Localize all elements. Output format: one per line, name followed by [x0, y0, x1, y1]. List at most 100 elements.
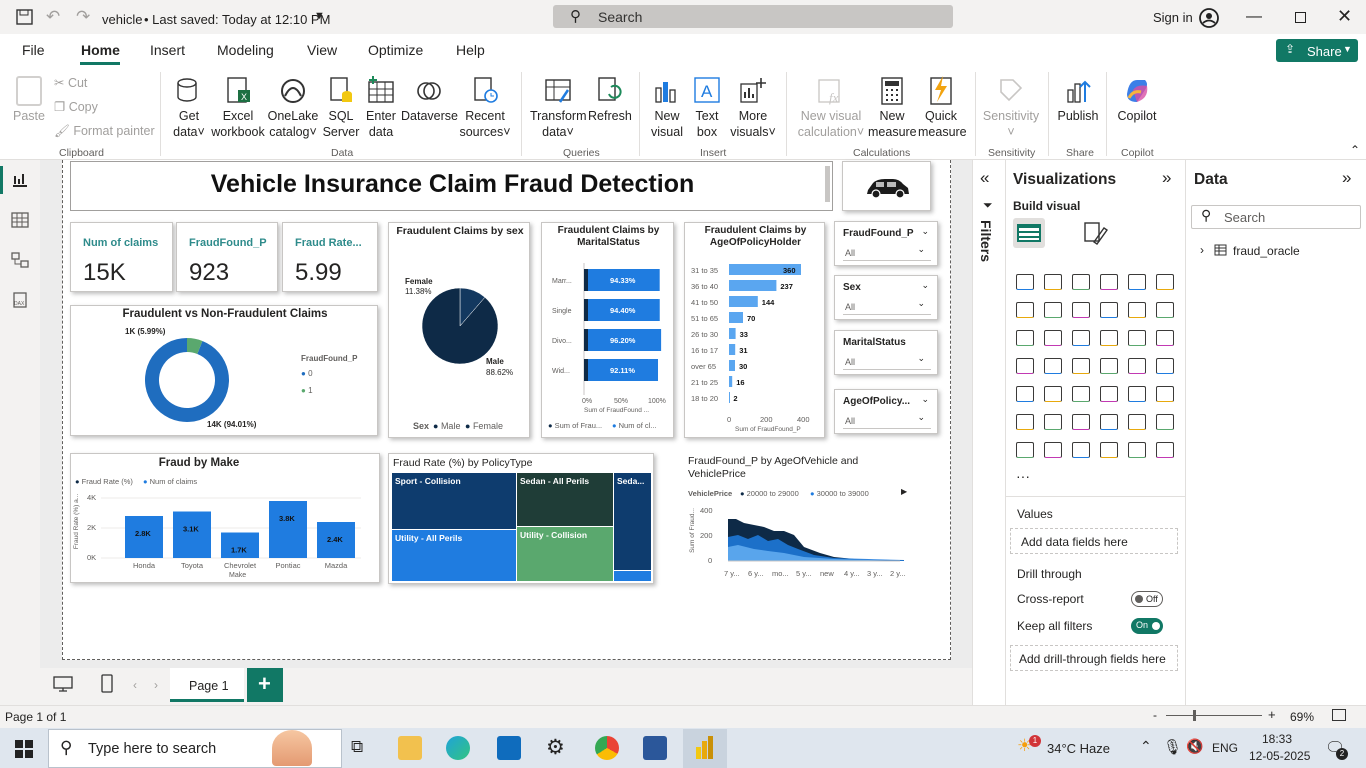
menu-modeling[interactable]: Modeling [217, 42, 274, 58]
visual-type-icon[interactable] [1128, 302, 1146, 318]
visual-type-icon[interactable] [1016, 330, 1034, 346]
visual-type-icon[interactable] [1016, 386, 1034, 402]
zoom-slider[interactable] [1166, 715, 1262, 716]
visual-type-icon[interactable] [1044, 302, 1062, 318]
table-view-icon[interactable] [11, 212, 29, 228]
chrome-icon[interactable] [595, 736, 619, 760]
visual-type-icon[interactable] [1100, 414, 1118, 430]
visual-type-icon[interactable] [1100, 330, 1118, 346]
prev-page-icon[interactable]: ‹ [133, 678, 137, 692]
sign-in-link[interactable]: Sign in [1153, 10, 1193, 25]
visual-type-icon[interactable] [1100, 442, 1118, 458]
visual-type-icon[interactable] [1128, 442, 1146, 458]
account-icon[interactable] [1198, 7, 1220, 29]
visual-type-icon[interactable] [1044, 442, 1062, 458]
windows-start-icon[interactable] [15, 740, 33, 758]
visual-type-icon[interactable] [1100, 274, 1118, 290]
chevron-up-icon[interactable]: ⌃ [1140, 738, 1152, 755]
publish-button[interactable]: Publish [1056, 76, 1100, 124]
visual-type-icon[interactable] [1016, 358, 1034, 374]
zoom-in-icon[interactable]: + [1268, 707, 1276, 722]
redo-icon[interactable]: ↷ [76, 7, 90, 27]
close-icon[interactable]: ✕ [1337, 6, 1352, 27]
visual-type-icon[interactable] [1128, 330, 1146, 346]
onelake-button[interactable]: OneLake catalog˅ [267, 76, 319, 140]
visual-type-icon[interactable] [1156, 414, 1174, 430]
slicer-value[interactable]: All [845, 416, 855, 426]
paste-button[interactable]: Paste [12, 76, 46, 124]
zoom-out-icon[interactable]: - [1153, 708, 1157, 722]
slicer-value[interactable]: All [845, 357, 855, 367]
visual-type-icon[interactable] [1128, 386, 1146, 402]
visual-type-icon[interactable] [1044, 358, 1062, 374]
visual-type-icon[interactable] [1156, 358, 1174, 374]
slicer-age[interactable]: AgeOfPolicy... ⌄ All ⌄ [834, 389, 938, 434]
visual-type-icon[interactable] [1100, 358, 1118, 374]
data-search-input[interactable] [1191, 205, 1361, 229]
copilot-button[interactable]: Copilot [1114, 76, 1160, 124]
word-icon[interactable] [643, 736, 667, 760]
maximize-icon[interactable] [1295, 12, 1306, 23]
visual-type-icon[interactable] [1072, 358, 1090, 374]
kpi-card-fraud-rate[interactable]: Fraud Rate... 5.99 [282, 222, 378, 292]
collapse-viz-icon[interactable]: » [1162, 168, 1171, 188]
drill-through-drop-zone[interactable]: Add drill-through fields here [1010, 645, 1178, 671]
treemap-tile[interactable]: Utility - All Perils [392, 530, 516, 581]
microphone-icon[interactable]: 🎙 [1163, 738, 1182, 756]
values-drop-zone[interactable]: Add data fields here [1010, 528, 1178, 554]
slicer-value[interactable]: All [845, 302, 855, 312]
treemap-tile[interactable]: Seda... [614, 473, 651, 570]
visual-type-icon[interactable] [1100, 302, 1118, 318]
visual-type-icon[interactable] [1100, 386, 1118, 402]
sensitivity-button[interactable]: Sensitivity ˅ [982, 76, 1040, 140]
text-box-button[interactable]: A Text box [690, 76, 724, 140]
treemap-tile[interactable]: Sport - Collision [392, 473, 516, 529]
chevron-down-icon[interactable]: ⌄ [917, 353, 925, 364]
chevron-down-icon[interactable]: ⌄ [921, 226, 929, 237]
dax-query-view-icon[interactable]: DAX [11, 292, 29, 308]
visual-type-icon[interactable] [1156, 330, 1174, 346]
slicer-sex[interactable]: Sex ⌄ All ⌄ [834, 275, 938, 320]
undo-icon[interactable]: ↶ [46, 7, 60, 27]
format-painter-button[interactable]: 🖌 Format painter [54, 123, 155, 139]
quick-measure-button[interactable]: Quick measure [918, 76, 967, 140]
visual-type-icon[interactable] [1016, 414, 1034, 430]
edge-icon[interactable] [446, 736, 470, 760]
menu-view[interactable]: View [307, 42, 337, 58]
slicer-fraudfound[interactable]: FraudFound_P ⌄ All ⌄ [834, 221, 938, 266]
weather-text[interactable]: 34°C Haze [1047, 741, 1110, 756]
visual-type-icon[interactable] [1044, 414, 1062, 430]
table-name[interactable]: fraud_oracle [1233, 244, 1300, 258]
save-icon[interactable] [16, 9, 34, 25]
more-visuals-button[interactable]: More visuals˅ [728, 76, 778, 140]
menu-file[interactable]: File [22, 42, 45, 58]
chevron-down-icon[interactable]: ⌄ [921, 280, 929, 291]
refresh-button[interactable]: Refresh [588, 76, 632, 124]
visual-type-icon[interactable] [1044, 330, 1062, 346]
cross-report-toggle[interactable]: Off [1131, 591, 1163, 607]
make-chart-card[interactable]: Fraud by Make ● Fraud Rate (%) ● Num of … [70, 453, 380, 583]
task-view-icon[interactable]: ⧉ [351, 737, 363, 757]
menu-optimize[interactable]: Optimize [368, 42, 423, 58]
fit-to-page-icon[interactable] [1332, 709, 1346, 721]
treemap-tile[interactable]: Sedan - All Perils [517, 473, 613, 526]
chevron-down-icon[interactable]: ▼ [314, 10, 325, 22]
powerbi-icon[interactable] [694, 735, 716, 761]
report-title-card[interactable]: Vehicle Insurance Claim Fraud Detection [70, 161, 833, 211]
new-visual-button[interactable]: New visual [648, 76, 686, 140]
menu-help[interactable]: Help [456, 42, 485, 58]
treemap-tile[interactable] [614, 571, 651, 581]
report-view-icon[interactable] [11, 172, 29, 188]
visual-type-icon[interactable] [1156, 442, 1174, 458]
visual-type-icon[interactable] [1044, 274, 1062, 290]
scrollbar[interactable] [825, 166, 830, 202]
speaker-muted-icon[interactable]: 🔇 [1186, 738, 1203, 755]
menu-home[interactable]: Home [81, 42, 120, 58]
more-visuals-ellipsis[interactable]: ··· [1016, 468, 1030, 484]
visual-type-icon[interactable] [1072, 414, 1090, 430]
language-indicator[interactable]: ENG [1212, 741, 1238, 755]
outlook-icon[interactable] [497, 736, 521, 760]
treemap-card[interactable]: Fraud Rate (%) by PolicyType Sport - Col… [388, 453, 654, 584]
chevron-down-icon[interactable]: ⌄ [917, 412, 925, 423]
mobile-layout-icon[interactable] [101, 674, 113, 694]
